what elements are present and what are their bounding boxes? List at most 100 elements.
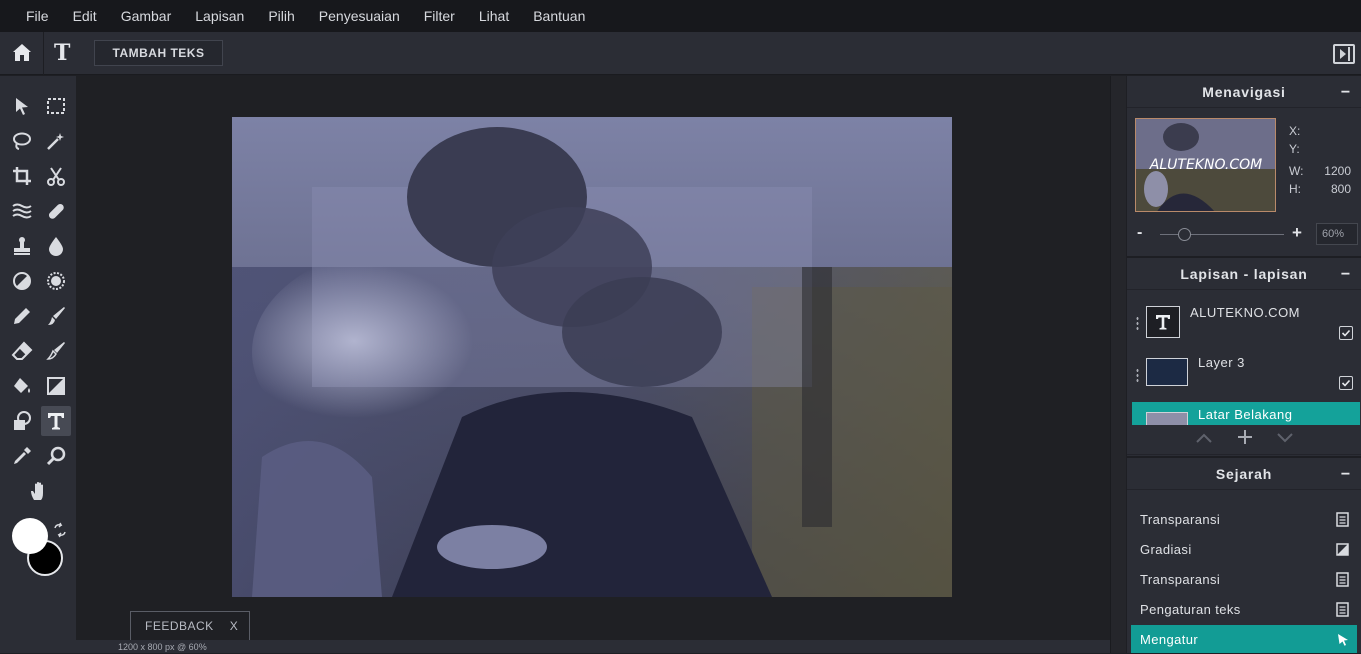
history-panel: Sejarah − Transparansi Gradiasi Transpar… bbox=[1127, 456, 1361, 653]
text-layer-icon bbox=[1146, 306, 1180, 338]
menu-edit[interactable]: Edit bbox=[73, 8, 97, 24]
home-icon[interactable] bbox=[10, 41, 34, 65]
layer-controls bbox=[1127, 425, 1361, 455]
dodge-icon[interactable] bbox=[7, 266, 37, 296]
navigator-panel: Menavigasi − ALUTEKNO.COM X: Y: W: 1200 H… bbox=[1127, 76, 1361, 256]
zoom-out-button[interactable]: - bbox=[1137, 224, 1142, 242]
zoom-control: - + 60% bbox=[1127, 222, 1361, 248]
layer-name: Latar Belakang bbox=[1198, 407, 1293, 422]
history-header: Sejarah − bbox=[1127, 458, 1361, 490]
eraser-icon[interactable] bbox=[7, 336, 37, 366]
menu-filter[interactable]: Filter bbox=[424, 8, 455, 24]
w-label: W: bbox=[1289, 164, 1304, 178]
layers-panel: Lapisan - lapisan − ALUTEKNO.COM Layer 3… bbox=[1127, 256, 1361, 456]
collapse-panel-icon[interactable] bbox=[1333, 44, 1355, 64]
history-item[interactable]: Gradiasi bbox=[1131, 535, 1357, 563]
add-layer-icon[interactable] bbox=[1236, 428, 1254, 446]
swap-colors-icon[interactable] bbox=[52, 522, 68, 538]
history-item-label: Pengaturan teks bbox=[1140, 601, 1241, 617]
status-bar: 1200 x 800 px @ 60% bbox=[76, 640, 1110, 653]
layers-list: ALUTEKNO.COM Layer 3 Latar Belakang bbox=[1127, 290, 1361, 425]
navigator-thumbnail[interactable]: ALUTEKNO.COM bbox=[1135, 118, 1276, 212]
marquee-select-icon[interactable] bbox=[41, 91, 71, 121]
document-icon bbox=[1336, 512, 1349, 527]
move-layer-up-icon[interactable] bbox=[1195, 431, 1213, 445]
sponge-icon[interactable] bbox=[41, 266, 71, 296]
drag-handle-icon[interactable] bbox=[1136, 316, 1139, 330]
cursor-icon bbox=[1338, 634, 1348, 646]
layer-thumbnail bbox=[1146, 358, 1188, 386]
paint-bucket-icon[interactable] bbox=[7, 371, 37, 401]
history-item-label: Transparansi bbox=[1140, 511, 1221, 527]
zoom-in-button[interactable]: + bbox=[1292, 223, 1302, 243]
history-item[interactable]: Pengaturan teks bbox=[1131, 595, 1357, 623]
layer-name: ALUTEKNO.COM bbox=[1190, 305, 1301, 320]
options-bar: T TAMBAH TEKS bbox=[0, 32, 1361, 75]
canvas-size-status: 1200 x 800 px @ 60% bbox=[118, 642, 207, 652]
history-item-active[interactable]: Mengatur bbox=[1131, 625, 1357, 653]
thumbnail-watermark-text: ALUTEKNO.COM bbox=[1149, 157, 1262, 173]
add-text-button[interactable]: TAMBAH TEKS bbox=[94, 40, 223, 66]
smudge-icon[interactable] bbox=[41, 336, 71, 366]
menu-layer[interactable]: Lapisan bbox=[195, 8, 244, 24]
feedback-label: FEEDBACK bbox=[145, 619, 214, 633]
navigator-coords: X: Y: W: 1200 H: 800 bbox=[1289, 122, 1351, 198]
history-item-label: Gradiasi bbox=[1140, 541, 1192, 557]
y-label: Y: bbox=[1289, 142, 1300, 156]
stamp-icon[interactable] bbox=[7, 231, 37, 261]
blur-drop-icon[interactable] bbox=[41, 231, 71, 261]
menu-file[interactable]: File bbox=[26, 8, 49, 24]
foreground-color-swatch[interactable] bbox=[12, 518, 48, 554]
navigator-minimize-button[interactable]: − bbox=[1341, 84, 1351, 102]
menu-view[interactable]: Lihat bbox=[479, 8, 509, 24]
menu-adjustment[interactable]: Penyesuaian bbox=[319, 8, 400, 24]
layer-item[interactable]: ALUTEKNO.COM bbox=[1127, 296, 1361, 348]
layer-visibility-checkbox[interactable] bbox=[1339, 326, 1353, 340]
layer-item-active[interactable]: Latar Belakang bbox=[1132, 402, 1360, 425]
menu-bar: File Edit Gambar Lapisan Pilih Penyesuai… bbox=[0, 0, 1361, 32]
x-label: X: bbox=[1289, 124, 1301, 138]
bandage-icon[interactable] bbox=[41, 196, 71, 226]
zoom-value-field[interactable]: 60% bbox=[1316, 223, 1358, 245]
text-tool-button[interactable] bbox=[41, 406, 71, 436]
layer-thumbnail bbox=[1146, 412, 1188, 425]
navigator-title: Menavigasi bbox=[1202, 83, 1286, 100]
gradient-icon[interactable] bbox=[41, 371, 71, 401]
layers-minimize-button[interactable]: − bbox=[1341, 266, 1351, 284]
layer-name: Layer 3 bbox=[1198, 355, 1245, 370]
navigator-header: Menavigasi − bbox=[1127, 76, 1361, 108]
history-item-label: Transparansi bbox=[1140, 571, 1221, 587]
menu-image[interactable]: Gambar bbox=[121, 8, 172, 24]
crop-icon[interactable] bbox=[7, 161, 37, 191]
zoom-slider-handle[interactable] bbox=[1178, 228, 1192, 241]
eyedropper-icon[interactable] bbox=[7, 441, 37, 471]
brush-icon[interactable] bbox=[41, 301, 71, 331]
hand-icon[interactable] bbox=[24, 476, 54, 506]
history-item[interactable]: Transparansi bbox=[1131, 505, 1357, 533]
vertical-scrollbar[interactable] bbox=[1110, 76, 1126, 653]
zoom-icon[interactable] bbox=[41, 441, 71, 471]
layers-header: Lapisan - lapisan − bbox=[1127, 258, 1361, 290]
history-title: Sejarah bbox=[1215, 465, 1273, 482]
lasso-icon[interactable] bbox=[7, 126, 37, 156]
h-value: 800 bbox=[1330, 182, 1351, 196]
move-layer-down-icon[interactable] bbox=[1276, 431, 1294, 445]
feedback-tab[interactable]: FEEDBACK X bbox=[130, 611, 250, 640]
magic-wand-icon[interactable] bbox=[41, 126, 71, 156]
feedback-close-button[interactable]: X bbox=[230, 619, 239, 633]
liquify-icon[interactable] bbox=[7, 196, 37, 226]
menu-help[interactable]: Bantuan bbox=[533, 8, 585, 24]
canvas-image[interactable] bbox=[232, 117, 952, 597]
text-tool-icon: T bbox=[54, 40, 71, 66]
shape-icon[interactable] bbox=[7, 406, 37, 436]
layer-item[interactable]: Layer 3 bbox=[1127, 348, 1361, 400]
pencil-icon[interactable] bbox=[7, 301, 37, 331]
h-label: H: bbox=[1289, 182, 1301, 196]
history-minimize-button[interactable]: − bbox=[1341, 466, 1351, 484]
menu-select[interactable]: Pilih bbox=[268, 8, 294, 24]
move-tool-icon[interactable] bbox=[7, 91, 37, 121]
drag-handle-icon[interactable] bbox=[1136, 368, 1139, 382]
scissors-icon[interactable] bbox=[41, 161, 71, 191]
layer-visibility-checkbox[interactable] bbox=[1339, 376, 1353, 390]
history-item[interactable]: Transparansi bbox=[1131, 565, 1357, 593]
